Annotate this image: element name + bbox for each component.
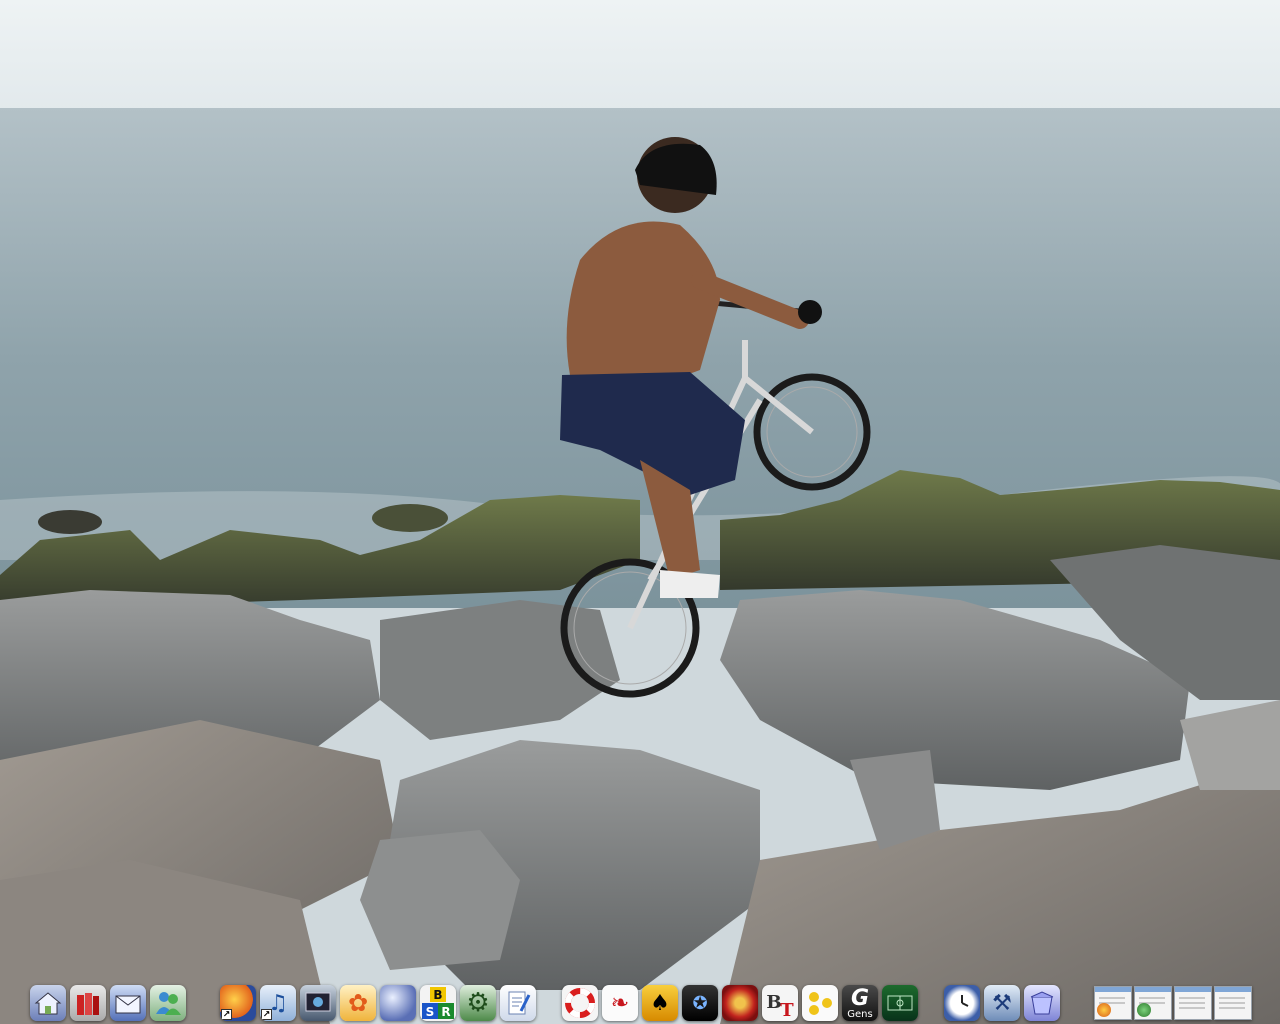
- tools-icon[interactable]: ⚒: [984, 985, 1020, 1021]
- dock-group-utilities: ⚒: [944, 982, 1060, 1024]
- dock-group-tools: ❧ ♠ ✪ B T G Gens: [562, 982, 918, 1024]
- itunes-icon[interactable]: ♫ ↗: [260, 985, 296, 1021]
- dock-group-system: [30, 982, 186, 1024]
- bsr-letter-b: B: [433, 988, 442, 1002]
- window-thumb-document[interactable]: [1214, 986, 1252, 1020]
- media-center-icon[interactable]: [300, 985, 336, 1021]
- boulders: [0, 545, 1280, 1024]
- bittorrent-letter-t: T: [780, 1000, 794, 1020]
- bsr-letter-s: S: [426, 1005, 435, 1019]
- notepad-icon[interactable]: [500, 985, 536, 1021]
- wallpaper-image: [0, 0, 1280, 1024]
- books-icon[interactable]: [70, 985, 106, 1021]
- messenger-buddies-icon[interactable]: [150, 985, 186, 1021]
- football-manager-icon[interactable]: [882, 985, 918, 1021]
- bittorrent-letter-b: B: [766, 992, 781, 1013]
- alias-arrow-icon: ↗: [221, 1009, 232, 1020]
- firefox-icon[interactable]: ↗: [220, 985, 256, 1021]
- bsr-letter-r: R: [441, 1005, 450, 1019]
- alias-arrow-icon: ↗: [261, 1009, 272, 1020]
- logo-app-icon[interactable]: ✪: [682, 985, 718, 1021]
- solitaire-icon[interactable]: ♠: [642, 985, 678, 1021]
- bsr-icon[interactable]: B S R: [420, 985, 456, 1021]
- clock-icon[interactable]: [944, 985, 980, 1021]
- lifebuoy-icon[interactable]: [562, 985, 598, 1021]
- desktop: ↗ ♫ ↗ ✿ B S R ⚙ ❧ ♠ ✪ B T G Gens ⚒: [0, 0, 1280, 1024]
- acrobat-icon[interactable]: ❧: [602, 985, 638, 1021]
- gens-letter: G: [850, 985, 870, 1011]
- window-thumb-firefox[interactable]: [1094, 986, 1132, 1020]
- recycle-bin-icon[interactable]: [1024, 985, 1060, 1021]
- mail-box-icon[interactable]: [110, 985, 146, 1021]
- dock: ↗ ♫ ↗ ✿ B S R ⚙ ❧ ♠ ✪ B T G Gens ⚒: [0, 982, 1280, 1024]
- dots-app-icon[interactable]: [802, 985, 838, 1021]
- flower-app-icon[interactable]: ✿: [340, 985, 376, 1021]
- gear-settings-icon[interactable]: ⚙: [460, 985, 496, 1021]
- home-folder-icon[interactable]: [30, 985, 66, 1021]
- moon-app-icon[interactable]: [380, 985, 416, 1021]
- red-disc-icon[interactable]: [722, 985, 758, 1021]
- window-thumb-explorer[interactable]: [1174, 986, 1212, 1020]
- window-thumb-messenger[interactable]: [1134, 986, 1172, 1020]
- gens-icon[interactable]: G Gens: [842, 985, 878, 1021]
- bittorrent-icon[interactable]: B T: [762, 985, 798, 1021]
- gens-caption: Gens: [847, 1009, 873, 1020]
- dock-group-windows: [1094, 982, 1252, 1024]
- dock-group-apps: ↗ ♫ ↗ ✿ B S R ⚙: [220, 982, 536, 1024]
